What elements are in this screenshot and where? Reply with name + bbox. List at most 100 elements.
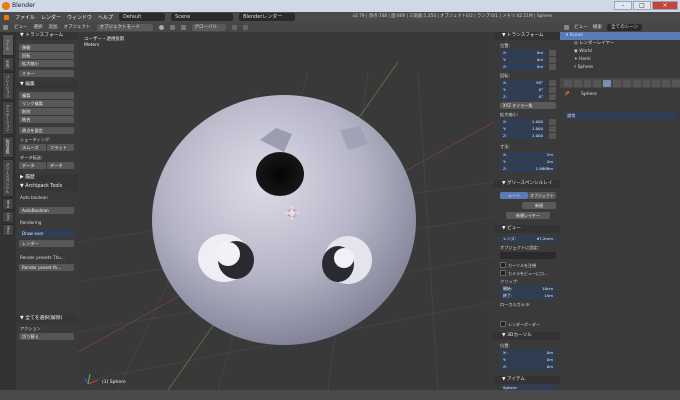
close-button[interactable]: × (652, 1, 678, 10)
lock-icon[interactable] (549, 126, 556, 132)
lock-cursor-checkbox[interactable]: カーソルを注視 (500, 262, 536, 269)
outliner-item-world[interactable]: ◉ World (560, 48, 680, 56)
tab-animation[interactable]: アニメーション (2, 101, 14, 135)
rotation-x-field[interactable]: X: 90° (500, 80, 546, 86)
dimension-z-field[interactable]: Z: 1.9868m (500, 166, 556, 172)
texture-tab-icon[interactable] (652, 79, 661, 87)
menu-help[interactable]: ヘルプ (98, 14, 113, 21)
grease-pencil-header[interactable]: ▼ グリースペンシルレイ (494, 180, 560, 188)
physics-tab-icon[interactable] (672, 79, 680, 87)
3d-cursor-header[interactable]: ▼ 3Dカーソル (494, 332, 560, 340)
menu-add[interactable]: 追加 (49, 24, 58, 30)
translate-button[interactable]: 移動 (19, 44, 74, 51)
render-preset-thumb-button[interactable]: Render preset th... (19, 264, 74, 271)
data-layout-button[interactable]: データ (47, 162, 74, 169)
scene-tab-icon[interactable] (583, 79, 592, 87)
editor-type-icon[interactable] (3, 24, 8, 30)
orientation-selector[interactable]: グローバル (191, 23, 226, 31)
grease-scene-toggle[interactable]: シーン (500, 192, 528, 199)
3d-viewport[interactable]: ユーザー・透視投影 Meters (1) Sphere (78, 32, 494, 390)
dimension-y-field[interactable]: Y: 2m (500, 159, 556, 165)
scale-button[interactable]: 拡大縮小 (19, 60, 74, 67)
outliner-item-sphere[interactable]: ▿ Sphere (560, 64, 680, 72)
rotation-mode-selector[interactable]: XYZ オイラー角 (500, 102, 556, 109)
menu-select[interactable]: 選択 (34, 24, 43, 30)
outliner-item-scene[interactable]: ▾ Scene (560, 32, 680, 40)
tab-create[interactable]: 作成 (2, 57, 14, 71)
autoboolean-button[interactable]: AutoBoolean (19, 207, 74, 214)
lock-icon[interactable] (549, 50, 556, 56)
sphere-object[interactable] (152, 95, 416, 345)
archipack-panel-header[interactable]: ▼ Archipack Tools (16, 183, 78, 191)
lens-field[interactable]: レンズ: 67.2mm (500, 236, 556, 242)
minimize-button[interactable]: - (614, 1, 632, 10)
menu-window[interactable]: ウィンドウ (67, 14, 92, 21)
tab-mira[interactable]: Mira (2, 198, 14, 210)
tab-relations[interactable]: リレーション (2, 72, 14, 100)
set-origin-button[interactable]: 原点を設定 (19, 127, 74, 134)
modifiers-tab-icon[interactable] (622, 79, 631, 87)
join-button[interactable]: 結合 (19, 116, 74, 123)
snap-icon[interactable] (242, 24, 248, 30)
outliner-item-render-layers[interactable]: ◎ レンダーレイヤー (560, 40, 680, 48)
pin-icon[interactable]: 📌 (564, 92, 570, 97)
tab-tools[interactable]: ツール (2, 34, 14, 56)
draw-over-field[interactable]: Draw over (19, 230, 74, 237)
location-y-field[interactable]: Y: 0m (500, 57, 546, 63)
clip-end-field[interactable]: 終了: 1km (500, 293, 556, 299)
tab-physics[interactable]: 物理演算 (2, 136, 14, 158)
mirror-button[interactable]: ミラー (19, 70, 74, 77)
layout-selector[interactable]: Default (119, 13, 166, 21)
data-transfer-button[interactable]: データ (19, 162, 46, 169)
grease-new-button[interactable]: 新規 (522, 202, 556, 209)
location-z-field[interactable]: Z: 0m (500, 64, 546, 70)
duplicate-button[interactable]: 複製 (19, 92, 74, 99)
outliner-item-hemi[interactable]: ✦ Hemi (560, 56, 680, 64)
outliner-menu-view[interactable]: ビュー (574, 24, 588, 30)
scale-x-field[interactable]: X: 1.000 (500, 119, 546, 125)
location-x-field[interactable]: X: 0m (500, 50, 546, 56)
lock-icon[interactable] (549, 57, 556, 63)
menu-file[interactable]: ファイル (15, 14, 35, 21)
info-editor-icon[interactable] (4, 14, 9, 20)
rotate-button[interactable]: 回転 (19, 52, 74, 59)
render-engine-selector[interactable]: Blenderレンダー (239, 13, 296, 21)
operator-panel-header[interactable]: ▼ 全てを選択(解除) (16, 315, 78, 323)
particles-tab-icon[interactable] (662, 79, 671, 87)
outliner-display-selector[interactable]: 全てのシーン (607, 23, 643, 31)
render-tab-icon[interactable] (564, 79, 572, 87)
cursor-z-field[interactable]: Z: 0m (500, 364, 556, 370)
lock-icon[interactable] (549, 94, 556, 100)
menu-object[interactable]: オブジェクト (64, 24, 91, 30)
lock-icon[interactable] (549, 64, 556, 70)
scene-selector[interactable]: Scene (171, 13, 234, 21)
lock-icon[interactable] (549, 133, 556, 139)
history-panel-header[interactable]: ▶ 履歴 (16, 174, 78, 182)
tab-misc[interactable]: Misc (2, 224, 14, 236)
layers-icon[interactable] (231, 24, 237, 30)
shade-flat-button[interactable]: フラット (47, 144, 74, 151)
object-tab-icon[interactable] (603, 79, 612, 87)
view-panel-header[interactable]: ▼ ビュー (494, 225, 560, 233)
grease-new-layer-button[interactable]: 新規レイヤー (506, 212, 550, 219)
outliner-menu-search[interactable]: 検索 (593, 24, 602, 30)
world-tab-icon[interactable] (593, 79, 602, 87)
render-border-checkbox[interactable]: レンダーボーダー (500, 321, 540, 328)
rotation-z-field[interactable]: Z: 0° (500, 94, 546, 100)
constraints-tab-icon[interactable] (613, 79, 621, 87)
lock-icon[interactable] (549, 80, 556, 86)
material-tab-icon[interactable] (642, 79, 651, 87)
edit-panel-header[interactable]: ▼ 編集 (16, 81, 78, 89)
properties-mode-field[interactable]: 通常 (564, 112, 676, 119)
menu-view[interactable]: ビュー (14, 24, 28, 30)
outliner-editor-icon[interactable] (564, 24, 569, 30)
cursor-y-field[interactable]: Y: 0m (500, 357, 556, 363)
rotation-y-field[interactable]: Y: 0° (500, 87, 546, 93)
tab-uvs[interactable]: UVs (2, 211, 14, 223)
dimension-x-field[interactable]: X: 2m (500, 152, 556, 158)
transform-panel-header[interactable]: ▼ トランスフォーム (16, 32, 78, 40)
lock-camera-checkbox[interactable]: カメラをビューにロ... (500, 270, 548, 277)
tab-grease-pencil[interactable]: グリースペンシル (2, 159, 14, 197)
data-tab-icon[interactable] (632, 79, 641, 87)
grease-object-toggle[interactable]: オブジェクト (528, 192, 556, 199)
